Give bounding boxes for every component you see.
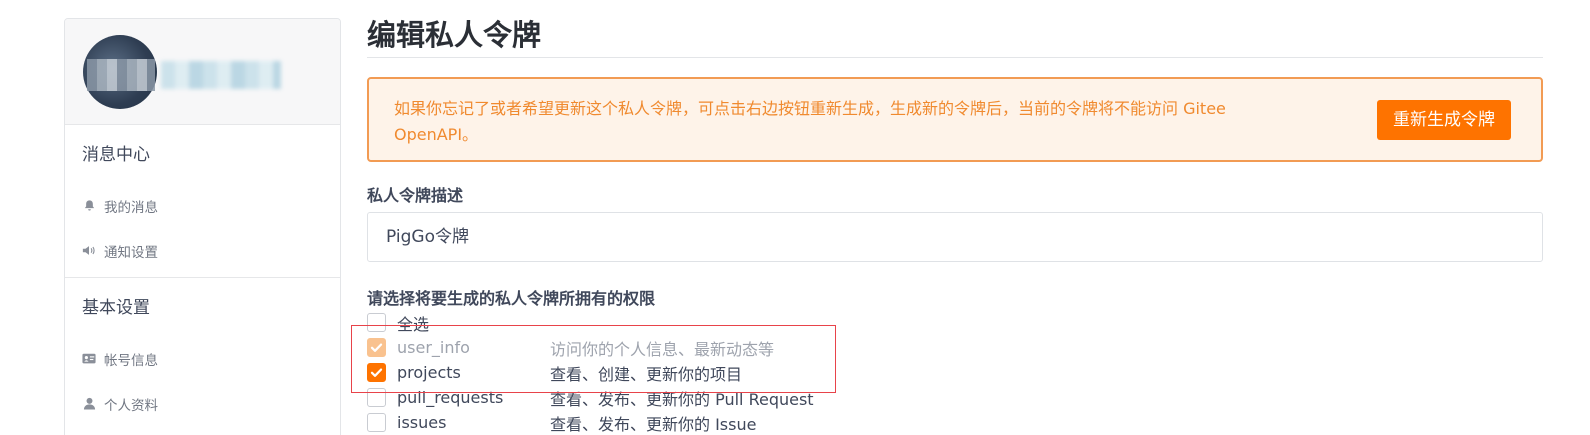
- blurred-username: [161, 61, 281, 89]
- warning-banner: 如果你忘记了或者希望更新这个私人令牌，可点击右边按钮重新生成，生成新的令牌后，当…: [367, 77, 1543, 162]
- permission-name: projects: [397, 363, 461, 382]
- permission-name: issues: [397, 413, 447, 432]
- permission-checkbox: [367, 338, 386, 357]
- permissions-label: 请选择将要生成的私人令牌所拥有的权限: [367, 289, 656, 308]
- page-title: 编辑私人令牌: [367, 0, 1543, 58]
- sidebar-group-title: 消息中心: [82, 145, 150, 165]
- sidebar-group-messages: 消息中心 我的消息 通知设置: [65, 125, 340, 273]
- permission-row-projects[interactable]: projects 查看、创建、更新你的项目: [367, 360, 1543, 385]
- permission-name: user_info: [397, 338, 470, 357]
- warning-text: 如果你忘记了或者希望更新这个私人令牌，可点击右边按钮重新生成，生成新的令牌后，当…: [394, 99, 1226, 144]
- profile-header: [65, 19, 340, 125]
- sidebar-item-my-messages[interactable]: 我的消息: [82, 183, 323, 228]
- sidebar-group-title: 基本设置: [82, 298, 150, 318]
- regenerate-token-button[interactable]: 重新生成令牌: [1377, 100, 1511, 140]
- permission-desc: 查看、发布、更新你的 Pull Request: [550, 389, 814, 409]
- main-content: 编辑私人令牌 如果你忘记了或者希望更新这个私人令牌，可点击右边按钮重新生成，生成…: [351, 0, 1543, 435]
- permission-desc: 查看、发布、更新你的 Issue: [550, 414, 757, 434]
- settings-sidebar: 消息中心 我的消息 通知设置 基本设置 帐号信息 个人资料: [64, 18, 341, 435]
- sidebar-item-account-info[interactable]: 帐号信息: [82, 336, 323, 381]
- token-description-input[interactable]: [367, 212, 1543, 262]
- permission-row-pull-requests[interactable]: pull_requests 查看、发布、更新你的 Pull Request: [367, 385, 1543, 410]
- bell-icon: [82, 199, 96, 213]
- user-icon: [82, 397, 96, 411]
- sidebar-group-basic-settings: 基本设置 帐号信息 个人资料: [65, 278, 340, 426]
- select-all-label: 全选: [397, 314, 430, 334]
- sidebar-item-profile[interactable]: 个人资料: [82, 381, 323, 426]
- check-icon: [370, 368, 383, 377]
- sidebar-item-notification-settings[interactable]: 通知设置: [82, 228, 323, 273]
- select-all-checkbox[interactable]: [367, 313, 386, 332]
- permission-desc: 查看、创建、更新你的项目: [550, 364, 743, 384]
- sidebar-item-label: 通知设置: [104, 244, 158, 261]
- permission-checkbox[interactable]: [367, 413, 386, 432]
- check-icon: [370, 343, 383, 352]
- permission-row-user-info: user_info 访问你的个人信息、最新动态等: [367, 335, 1543, 360]
- permission-checkbox[interactable]: [367, 388, 386, 407]
- sidebar-item-label: 我的消息: [104, 199, 158, 216]
- description-label: 私人令牌描述: [367, 186, 464, 205]
- speaker-icon: [82, 244, 96, 258]
- sidebar-item-label: 个人资料: [104, 397, 158, 414]
- id-card-icon: [82, 352, 96, 366]
- permission-name: pull_requests: [397, 388, 504, 407]
- permission-checkbox[interactable]: [367, 363, 386, 382]
- avatar[interactable]: [83, 35, 157, 109]
- permissions-list: 全选 user_info 访问你的个人信息、最新动态等 projects 查看、…: [351, 310, 1543, 435]
- select-all-row[interactable]: 全选: [367, 310, 1543, 335]
- permission-row-issues[interactable]: issues 查看、发布、更新你的 Issue: [367, 410, 1543, 435]
- sidebar-item-label: 帐号信息: [104, 352, 158, 369]
- permission-desc: 访问你的个人信息、最新动态等: [550, 339, 775, 359]
